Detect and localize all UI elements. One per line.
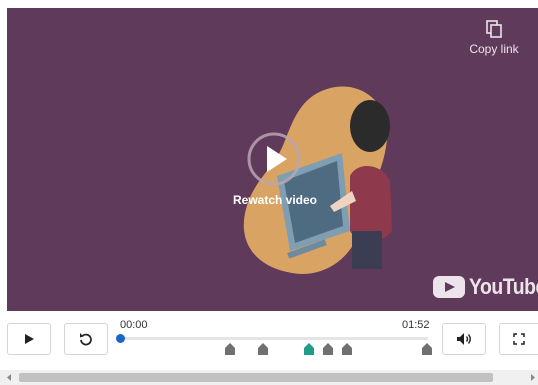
chapter-marker[interactable] xyxy=(342,343,352,355)
play-button[interactable] xyxy=(7,323,51,355)
youtube-logo[interactable]: YouTube xyxy=(433,274,538,300)
play-overlay-button[interactable] xyxy=(247,132,301,186)
fullscreen-button[interactable] xyxy=(499,323,538,355)
chapter-marker[interactable] xyxy=(225,343,235,355)
seek-bar[interactable] xyxy=(120,337,428,340)
horizontal-scroll-thumb[interactable] xyxy=(19,373,493,382)
replay-icon xyxy=(80,333,92,346)
volume-icon xyxy=(457,333,471,345)
play-icon xyxy=(25,334,34,344)
volume-button[interactable] xyxy=(442,323,486,355)
horizontal-scrollbar[interactable] xyxy=(0,370,538,385)
youtube-play-icon xyxy=(433,276,465,298)
scroll-left-arrow-icon[interactable] xyxy=(4,373,14,382)
copy-link-button[interactable]: Copy link xyxy=(462,20,526,56)
scroll-right-arrow-icon[interactable] xyxy=(528,373,538,382)
replay-button[interactable] xyxy=(64,323,108,355)
fullscreen-icon xyxy=(513,333,525,345)
chapter-marker[interactable] xyxy=(422,343,432,355)
video-player[interactable]: Copy link Rewatch video YouTube xyxy=(7,8,538,311)
duration: 01:52 xyxy=(402,319,430,331)
youtube-wordmark: YouTube xyxy=(469,274,538,299)
chapter-marker[interactable] xyxy=(323,343,333,355)
copy-link-label: Copy link xyxy=(469,42,519,56)
seek-thumb[interactable] xyxy=(116,334,125,343)
rewatch-label: Rewatch video xyxy=(232,193,318,207)
copy-icon xyxy=(486,20,502,38)
chapter-marker-active[interactable] xyxy=(304,343,314,355)
current-time: 00:00 xyxy=(120,319,148,331)
chapter-marker[interactable] xyxy=(258,343,268,355)
